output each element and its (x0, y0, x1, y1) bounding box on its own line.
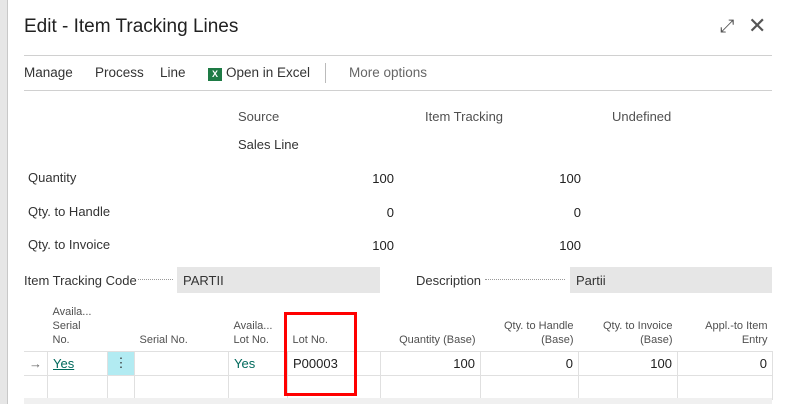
quantity-source: 100 (372, 171, 394, 186)
source-name: Sales Line (238, 137, 299, 152)
menu-line[interactable]: Line (160, 65, 186, 80)
dialog-title: Edit - Item Tracking Lines (24, 16, 239, 37)
qty-to-handle-cell[interactable]: 0 (480, 350, 579, 376)
row-arrow-icon: → (24, 350, 48, 376)
qty-to-handle-label: Qty. to Handle (28, 204, 111, 219)
more-options-button[interactable]: More options (349, 65, 427, 80)
available-serial-link[interactable]: Yes (53, 356, 74, 371)
col-quantity[interactable]: Quantity (Base) (381, 302, 481, 351)
toolbar-separator (325, 63, 326, 83)
quantity-tracking: 100 (559, 171, 581, 186)
col-qty-to-handle[interactable]: Qty. to Handle (Base) (481, 302, 579, 351)
row-actions-button[interactable]: ⋮ (107, 350, 135, 376)
menu-process[interactable]: Process (95, 65, 144, 80)
table-row[interactable]: → Yes ⋮ Yes P00003 100 0 100 0 (24, 350, 773, 376)
qty-to-invoice-cell[interactable]: 100 (578, 350, 678, 376)
header-undefined: Undefined (612, 109, 672, 124)
description-field[interactable]: Partii (570, 267, 772, 293)
excel-label: Open in Excel (226, 65, 311, 80)
close-icon[interactable]: ✕ (748, 13, 766, 39)
dotted-leader (485, 279, 565, 280)
col-available-serial[interactable]: Availa... Serial No. (48, 302, 108, 351)
open-in-excel-button[interactable]: X Open in Excel (208, 65, 310, 81)
dotted-leader (138, 279, 173, 280)
description-label: Description (416, 273, 482, 288)
tracking-lines-grid: Availa... Serial No. Serial No. Availa... L… (24, 302, 773, 400)
item-tracking-code-label: Item Tracking Code (24, 273, 137, 288)
expand-icon[interactable]: ⤢ (720, 16, 734, 37)
appl-to-item-entry-cell[interactable]: 0 (677, 350, 773, 376)
qty-to-invoice-label: Qty. to Invoice (28, 237, 111, 252)
col-serial-no[interactable]: Serial No. (135, 302, 229, 351)
highlight-annotation (284, 312, 357, 396)
qty-to-invoice-tracking: 100 (559, 238, 581, 253)
grid-scrollbar[interactable] (24, 398, 772, 404)
qty-to-handle-source: 0 (386, 205, 394, 220)
menu-manage[interactable]: Manage (24, 65, 73, 80)
item-tracking-code-field[interactable]: PARTII (177, 267, 380, 293)
col-available-lot[interactable]: Availa... Lot No. (229, 302, 288, 351)
quantity-label: Quantity (28, 170, 77, 185)
qty-to-invoice-source: 100 (372, 238, 394, 253)
available-lot-link[interactable]: Yes (234, 356, 255, 371)
serial-no-cell[interactable] (134, 350, 229, 376)
table-row-empty[interactable] (24, 374, 773, 400)
quantity-cell[interactable]: 100 (380, 350, 481, 376)
divider (24, 90, 772, 91)
qty-to-handle-tracking: 0 (573, 205, 581, 220)
col-qty-to-invoice[interactable]: Qty. to Invoice (Base) (579, 302, 678, 351)
divider (24, 55, 772, 56)
header-item-tracking: Item Tracking (425, 109, 504, 124)
header-source: Source (238, 109, 280, 124)
col-appl-to-item-entry[interactable]: Appl.-to Item Entry (678, 302, 773, 351)
background-page (0, 0, 8, 404)
excel-icon: X (208, 68, 222, 81)
